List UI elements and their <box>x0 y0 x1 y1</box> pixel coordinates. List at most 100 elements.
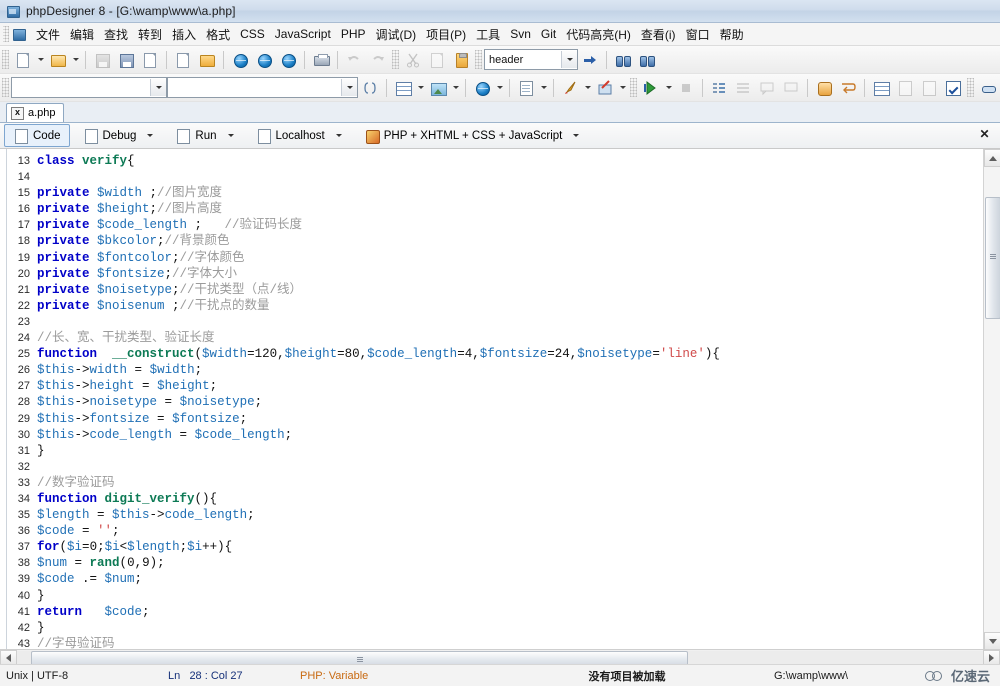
code-line[interactable]: 29 $this->fontsize = $fontsize; <box>7 411 1000 427</box>
horizontal-scrollbar[interactable] <box>0 649 1000 667</box>
new-file-button[interactable] <box>11 48 35 72</box>
code-line[interactable]: 22 private $noisenum ;//干扰点的数量 <box>7 298 1000 314</box>
code-line[interactable]: 36 $code = ''; <box>7 523 1000 539</box>
spellcheck-button[interactable] <box>941 76 965 100</box>
code-line[interactable]: 24 //长、宽、干扰类型、验证长度 <box>7 330 1000 346</box>
copy-button[interactable] <box>425 48 449 72</box>
save-file-button[interactable] <box>90 48 114 72</box>
class-combo[interactable] <box>11 77 167 98</box>
stop-script-button[interactable] <box>674 76 698 100</box>
insert-image-button[interactable] <box>426 76 450 100</box>
save-copy-button[interactable] <box>138 48 162 72</box>
code-line[interactable]: 28 $this->noisetype = $noisetype; <box>7 394 1000 410</box>
insert-table-dropdown[interactable] <box>415 77 426 99</box>
preview-browser-button[interactable] <box>228 48 252 72</box>
outdent-button[interactable] <box>731 76 755 100</box>
code-scroll-area[interactable]: 13 class verify{14 15 private $width ;//图片宽… <box>7 149 1000 650</box>
chevron-down-icon[interactable] <box>227 134 234 137</box>
code-line[interactable]: 37 for($i=0;$i<$length;$i++){ <box>7 539 1000 555</box>
undo-button[interactable] <box>342 48 366 72</box>
find-combo[interactable]: header <box>484 49 578 70</box>
code-line[interactable]: 27 $this->height = $height; <box>7 378 1000 394</box>
syntax-check-button[interactable] <box>558 76 582 100</box>
menu-item-svn[interactable]: Svn <box>505 25 536 43</box>
code-text[interactable]: 13 class verify{14 15 private $width ;//图片宽… <box>7 149 1000 650</box>
next-bookmark-button[interactable] <box>893 76 917 100</box>
prev-bookmark-button[interactable] <box>917 76 941 100</box>
find-previous-match-button[interactable] <box>611 48 635 72</box>
menu-item-file[interactable]: 文件 <box>31 24 65 45</box>
menu-item-git[interactable]: Git <box>536 25 561 43</box>
code-line[interactable]: 43//字母验证码 <box>7 636 1000 650</box>
chevron-down-icon[interactable] <box>573 134 580 137</box>
code-line[interactable]: 32 <box>7 459 1000 475</box>
save-all-button[interactable] <box>114 48 138 72</box>
member-combo[interactable] <box>167 77 358 98</box>
open-file-button[interactable] <box>46 48 70 72</box>
menu-item-css[interactable]: CSS <box>235 25 270 43</box>
code-beautifier-dropdown[interactable] <box>617 77 628 99</box>
menu-item-highlight[interactable]: 代码高亮(H) <box>561 24 636 45</box>
find-combo-dropdown[interactable] <box>561 51 577 68</box>
new-from-template-button[interactable] <box>171 48 195 72</box>
vertical-scroll-thumb[interactable] <box>985 197 1000 319</box>
insert-link-button[interactable] <box>976 76 1000 100</box>
code-line[interactable]: 18 private $bkcolor;//背景颜色 <box>7 233 1000 249</box>
menu-item-edit[interactable]: 编辑 <box>65 24 99 45</box>
file-tab-a-php[interactable]: x a.php <box>6 103 64 122</box>
chevron-down-icon[interactable] <box>335 134 342 137</box>
comment-block-button[interactable] <box>755 76 779 100</box>
mode-debug[interactable]: Debug <box>74 124 163 147</box>
insert-image-dropdown[interactable] <box>450 77 461 99</box>
mode-highlighter[interactable]: PHP + XHTML + CSS + JavaScript <box>355 124 589 147</box>
code-line[interactable]: 16 private $height;//图片高度 <box>7 201 1000 217</box>
toolbar-grip-handle[interactable] <box>630 78 637 97</box>
mode-code[interactable]: Code <box>4 124 70 147</box>
run-script-dropdown[interactable] <box>663 77 674 99</box>
code-explorer-button[interactable] <box>358 76 382 100</box>
menu-item-project[interactable]: 项目(P) <box>421 24 471 45</box>
indent-button[interactable] <box>707 76 731 100</box>
toolbar-grip-handle[interactable] <box>2 78 9 97</box>
menu-item-debug[interactable]: 调试(D) <box>371 24 422 45</box>
new-file-dropdown[interactable] <box>35 49 46 71</box>
toolbar-grip-handle[interactable] <box>392 50 399 69</box>
code-line[interactable]: 25 function __construct($width=120,$heigh… <box>7 346 1000 362</box>
redo-button[interactable] <box>366 48 390 72</box>
code-line[interactable]: 34 function digit_verify(){ <box>7 491 1000 507</box>
class-combo-dropdown[interactable] <box>150 79 166 96</box>
menu-item-find[interactable]: 查找 <box>99 24 133 45</box>
menu-item-view[interactable]: 查看(i) <box>636 24 681 45</box>
insert-object-button[interactable] <box>869 76 893 100</box>
code-line[interactable]: 21 private $noisetype;//干扰类型（点/线） <box>7 282 1000 298</box>
close-icon[interactable]: x <box>11 106 24 120</box>
menu-item-javascript[interactable]: JavaScript <box>270 25 336 43</box>
menu-item-php[interactable]: PHP <box>336 25 371 43</box>
code-line[interactable]: 39 $code .= $num; <box>7 571 1000 587</box>
chevron-down-icon[interactable] <box>147 134 154 137</box>
find-next-button[interactable] <box>578 48 602 72</box>
code-line[interactable]: 14 <box>7 169 1000 185</box>
code-line[interactable]: 26 $this->width = $width; <box>7 362 1000 378</box>
code-line[interactable]: 23 <box>7 314 1000 330</box>
refresh-preview-dropdown[interactable] <box>494 77 505 99</box>
menu-item-insert[interactable]: 插入 <box>167 24 201 45</box>
toolbar-grip-handle[interactable] <box>475 50 482 69</box>
preview-upload-browser-button[interactable] <box>276 48 300 72</box>
insert-snippet-button[interactable] <box>514 76 538 100</box>
code-line[interactable]: 41 return $code; <box>7 604 1000 620</box>
paste-button[interactable] <box>449 48 473 72</box>
vertical-scrollbar[interactable] <box>983 149 1000 650</box>
open-folder-button[interactable] <box>195 48 219 72</box>
run-script-button[interactable] <box>639 76 663 100</box>
menu-item-goto[interactable]: 转到 <box>133 24 167 45</box>
mode-localhost[interactable]: Localhost <box>247 124 351 147</box>
uncomment-block-button[interactable] <box>779 76 803 100</box>
insert-snippet-dropdown[interactable] <box>538 77 549 99</box>
open-file-dropdown[interactable] <box>70 49 81 71</box>
code-line[interactable]: 19 private $fontcolor;//字体颜色 <box>7 250 1000 266</box>
code-line[interactable]: 17 private $code_length ; //验证码长度 <box>7 217 1000 233</box>
menu-app-icon[interactable] <box>11 27 27 42</box>
toolbar-grip-handle[interactable] <box>967 78 974 97</box>
member-combo-dropdown[interactable] <box>341 79 357 96</box>
